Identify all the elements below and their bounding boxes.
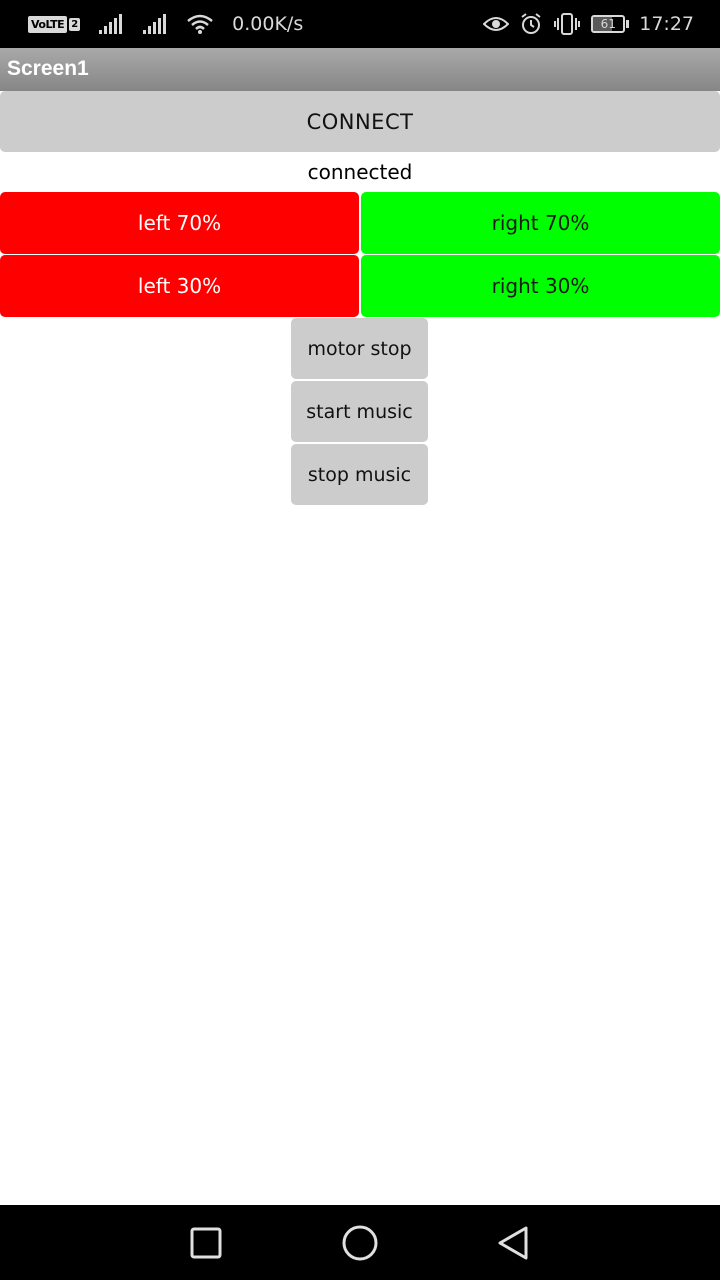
- status-bar-left: VoLTE 2 0.00K/s: [28, 0, 303, 48]
- status-bar-right: 61 17:27: [483, 0, 694, 48]
- connect-button[interactable]: CONNECT: [0, 91, 720, 152]
- battery-icon: 61: [591, 15, 630, 33]
- right-70-button[interactable]: right 70%: [361, 192, 720, 254]
- motor-stop-button[interactable]: motor stop: [291, 318, 428, 379]
- battery-tip: [626, 20, 630, 28]
- battery-level: 61: [600, 17, 616, 31]
- start-music-button[interactable]: start music: [291, 381, 428, 442]
- left-30-button[interactable]: left 30%: [0, 255, 359, 317]
- right-30-button[interactable]: right 30%: [361, 255, 720, 317]
- home-icon: [342, 1225, 378, 1260]
- alarm-icon: [521, 13, 541, 34]
- wifi-icon: [187, 14, 213, 34]
- stop-music-button[interactable]: stop music: [291, 444, 428, 505]
- back-button[interactable]: [468, 1205, 558, 1280]
- clock: 17:27: [639, 13, 694, 35]
- volte-label: VoLTE: [28, 15, 68, 33]
- connection-status-label: connected: [307, 160, 413, 184]
- back-icon: [498, 1226, 528, 1259]
- left-70-button[interactable]: left 70%: [0, 192, 359, 254]
- recent-apps-icon: [190, 1227, 222, 1258]
- page-title: Screen1: [7, 57, 89, 80]
- net-speed: 0.00K/s: [232, 13, 304, 35]
- volte-icon: VoLTE 2: [28, 15, 81, 33]
- navigation-bar: [0, 1205, 720, 1280]
- battery-body: 61: [591, 15, 626, 33]
- vibrate-icon: [554, 13, 581, 35]
- signal-icon-2: [143, 14, 167, 34]
- signal-icon: [99, 14, 123, 34]
- recent-apps-button[interactable]: [161, 1205, 251, 1280]
- status-bar: VoLTE 2 0.00K/s 61 17:27: [0, 0, 720, 48]
- eye-icon: [483, 17, 510, 31]
- home-button[interactable]: [315, 1205, 405, 1280]
- sim-index: 2: [69, 17, 81, 31]
- app-title-bar: Screen1: [0, 48, 720, 91]
